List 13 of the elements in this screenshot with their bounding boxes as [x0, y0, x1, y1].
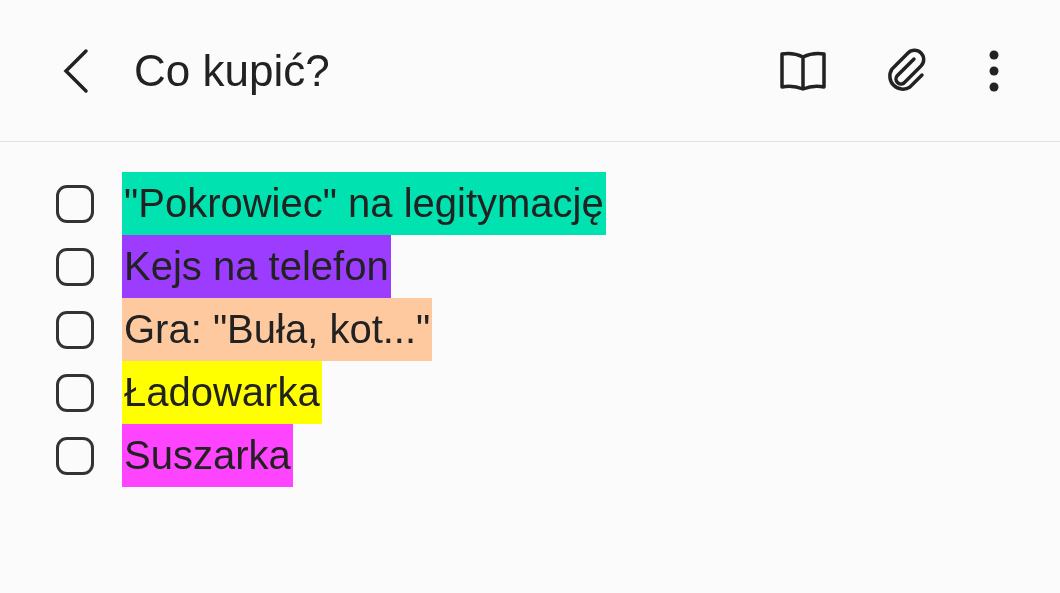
- list-item-text: "Pokrowiec" na legitymację: [122, 172, 606, 235]
- checkbox[interactable]: [56, 184, 94, 223]
- checkbox[interactable]: [56, 310, 94, 349]
- more-options-button[interactable]: [988, 48, 1000, 93]
- list-item-text: Suszarka: [122, 424, 293, 487]
- checkbox[interactable]: [56, 247, 94, 286]
- more-icon: [988, 48, 1000, 93]
- list-item-text: Gra: "Buła, kot...": [122, 298, 433, 361]
- list-item-text: Kejs na telefon: [122, 235, 391, 298]
- note-title: Co kupić?: [134, 45, 331, 96]
- checkbox[interactable]: [56, 373, 94, 412]
- list-item-text: Ładowarka: [122, 361, 322, 424]
- checkbox[interactable]: [56, 436, 94, 475]
